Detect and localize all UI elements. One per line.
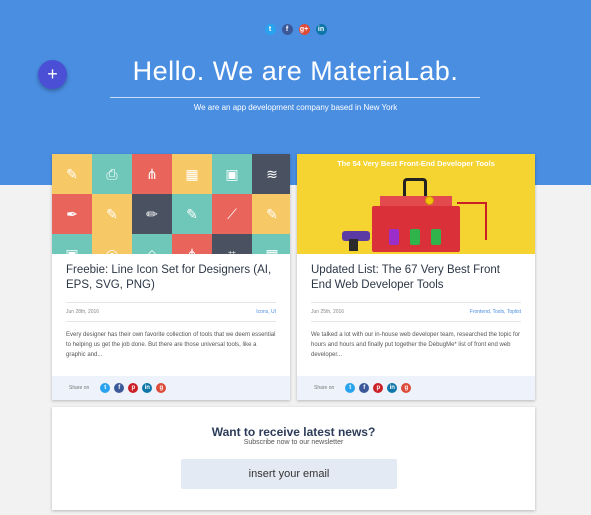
post-image-toolbox[interactable]: The 54 Very Best Front-End Developer Too… xyxy=(297,154,535,254)
brush-icon: ✎ xyxy=(252,194,290,234)
dropper-icon: ⟋ xyxy=(212,194,252,234)
linkedin-icon[interactable]: in xyxy=(387,383,398,393)
post-title[interactable]: Updated List: The 67 Very Best Front End… xyxy=(297,254,535,302)
shape-icon: ◇ xyxy=(132,234,172,254)
email-field[interactable] xyxy=(181,459,397,489)
layers-icon: ≋ xyxy=(252,154,290,194)
compass-icon: ◎ xyxy=(92,234,132,254)
twitter-icon[interactable]: t xyxy=(264,24,276,35)
pencil-icon: ✎ xyxy=(172,194,212,234)
post-tags[interactable]: Icons, UI xyxy=(256,309,276,315)
icon-set-grid: ✎ ⎙ ⋔ ▦ ▣ ≋ ✒ ✎ ✏ ✎ ⟋ ✎ ▣ ◎ ◇ ⋔ ⌗ ▦ xyxy=(52,154,290,254)
bottle-icon xyxy=(410,229,420,245)
crop-icon: ⌗ xyxy=(212,234,252,254)
rubber-duck-icon xyxy=(425,196,434,205)
page-title: Hello. We are MateriaLab. xyxy=(132,56,459,86)
post-title[interactable]: Freebie: Line Icon Set for Designers (AI… xyxy=(52,254,290,302)
newsletter-box: Want to receive latest news? Subscribe n… xyxy=(52,407,535,510)
top-social-bar: t f g+ in xyxy=(0,24,591,35)
facebook-icon[interactable]: f xyxy=(359,383,370,393)
post-card[interactable]: ✎ ⎙ ⋔ ▦ ▣ ≋ ✒ ✎ ✏ ✎ ⟋ ✎ ▣ ◎ ◇ ⋔ ⌗ ▦ Free… xyxy=(52,154,290,400)
image-icon: ▣ xyxy=(52,234,92,254)
google-plus-icon[interactable]: g xyxy=(401,383,412,393)
drill-handle xyxy=(349,239,358,251)
post-meta: Jun 28th, 2016 Icons, UI xyxy=(66,302,276,322)
pencil-icon: ✏ xyxy=(132,194,172,234)
facebook-icon[interactable]: f xyxy=(281,24,293,35)
twitter-icon[interactable]: t xyxy=(345,383,356,393)
grid-icon: ▦ xyxy=(252,234,290,254)
post-card[interactable]: The 54 Very Best Front-End Developer Too… xyxy=(297,154,535,400)
post-date: Jun 25th, 2016 xyxy=(311,309,345,315)
share-bar: Share on t f p in g xyxy=(297,376,535,400)
title-divider xyxy=(110,97,480,98)
share-label: Share on xyxy=(69,385,90,391)
toolbox-handle xyxy=(403,178,427,196)
brush-icon: ✎ xyxy=(92,194,132,234)
network-icon: ⋔ xyxy=(132,154,172,194)
printer-icon: ⎙ xyxy=(92,154,132,194)
pinterest-icon[interactable]: p xyxy=(128,383,139,393)
linkedin-icon[interactable]: in xyxy=(142,383,153,393)
image-icon: ▣ xyxy=(212,154,252,194)
post-tags[interactable]: Frontend, Tools, Toplist xyxy=(470,309,521,315)
pen-nib-icon: ✒ xyxy=(52,194,92,234)
grid-icon: ▦ xyxy=(172,154,212,194)
post-date: Jun 28th, 2016 xyxy=(66,309,100,315)
newsletter-subtitle: Subscribe now to our newsletter xyxy=(243,439,344,446)
post-meta: Jun 25th, 2016 Frontend, Tools, Toplist xyxy=(311,302,521,322)
post-excerpt: Every designer has their own favorite co… xyxy=(66,332,276,358)
post-image-icon-set[interactable]: ✎ ⎙ ⋔ ▦ ▣ ≋ ✒ ✎ ✏ ✎ ⟋ ✎ ▣ ◎ ◇ ⋔ ⌗ ▦ xyxy=(52,154,290,254)
image-caption: The 54 Very Best Front-End Developer Too… xyxy=(337,159,495,168)
share-bar: Share on t f p in g xyxy=(52,376,290,400)
bottle-icon xyxy=(431,229,441,245)
twitter-icon[interactable]: t xyxy=(100,383,111,393)
google-plus-icon[interactable]: g+ xyxy=(298,24,310,35)
share-label: Share on xyxy=(314,385,335,391)
page-subtitle: We are an app development company based … xyxy=(193,103,398,112)
saw-icon xyxy=(457,202,487,240)
post-excerpt: We talked a lot with our in-house web de… xyxy=(311,332,521,358)
newsletter-title: Want to receive latest news? xyxy=(211,425,376,439)
google-plus-icon[interactable]: g xyxy=(156,383,167,393)
facebook-icon[interactable]: f xyxy=(114,383,125,393)
pencil-icon: ✎ xyxy=(52,154,92,194)
bottle-icon xyxy=(389,229,399,245)
pinterest-icon[interactable]: p xyxy=(373,383,384,393)
network-icon: ⋔ xyxy=(172,234,212,254)
linkedin-icon[interactable]: in xyxy=(315,24,327,35)
